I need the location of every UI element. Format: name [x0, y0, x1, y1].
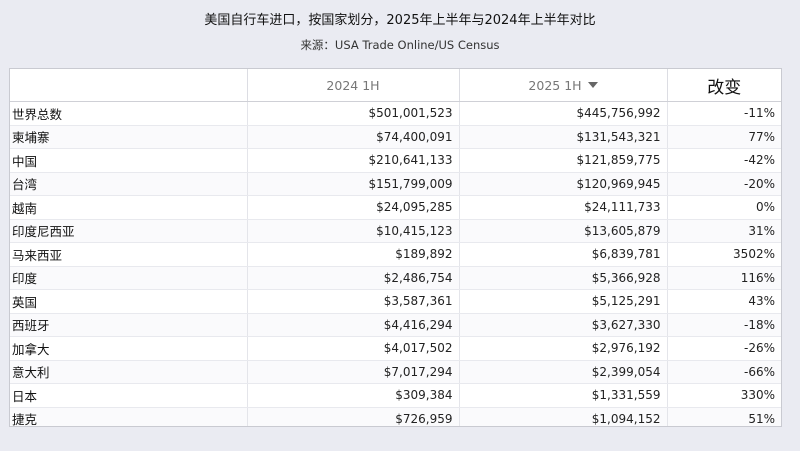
data-table-container: 2024 1H 2025 1H 改变 世界总数 $501,001,523 $445,… — [9, 68, 782, 427]
row-value-change: -66% — [667, 360, 781, 384]
row-value-2025-1h: $121,859,775 — [459, 148, 668, 173]
row-value-change: -20% — [667, 172, 781, 196]
table-row: 印度尼西亚 $10,415,123 $13,605,879 31% — [10, 219, 781, 243]
row-value-2024-1h: $726,959 — [247, 407, 460, 426]
row-value-2024-1h: $4,017,502 — [247, 336, 460, 361]
row-country-name: 印度尼西亚 — [10, 219, 248, 243]
row-value-change: 43% — [667, 289, 781, 314]
table-body: 世界总数 $501,001,523 $445,756,992 -11% 柬埔寨 $74,4… — [10, 101, 781, 426]
row-value-2025-1h: $24,111,733 — [459, 195, 668, 220]
row-value-2024-1h: $501,001,523 — [247, 101, 460, 126]
row-value-2025-1h: $5,366,928 — [459, 266, 668, 290]
column-header-2025-1h-label: 2025 1H — [528, 77, 582, 93]
table-row: 印度 $2,486,754 $5,366,928 116% — [10, 266, 781, 290]
row-country-name: 马来西亚 — [10, 242, 248, 267]
column-header-2025-1h[interactable]: 2025 1H — [459, 69, 668, 102]
row-country-name: 加拿大 — [10, 336, 248, 361]
table-row: 西班牙 $4,416,294 $3,627,330 -18% — [10, 313, 781, 337]
row-value-change: 330% — [667, 383, 781, 408]
row-value-2024-1h: $2,486,754 — [247, 266, 460, 290]
row-value-2024-1h: $309,384 — [247, 383, 460, 408]
table-row: 中国 $210,641,133 $121,859,775 -42% — [10, 148, 781, 173]
row-value-change: 116% — [667, 266, 781, 290]
row-value-2024-1h: $189,892 — [247, 242, 460, 267]
row-value-2024-1h: $151,799,009 — [247, 172, 460, 196]
table-header-row: 2024 1H 2025 1H 改变 — [10, 69, 781, 102]
row-country-name: 柬埔寨 — [10, 125, 248, 149]
row-country-name: 台湾 — [10, 172, 248, 196]
table-row: 日本 $309,384 $1,331,559 330% — [10, 383, 781, 408]
column-header-change[interactable]: 改变 — [667, 69, 781, 102]
row-value-2025-1h: $2,976,192 — [459, 336, 668, 361]
table-row: 台湾 $151,799,009 $120,969,945 -20% — [10, 172, 781, 196]
row-value-change: -18% — [667, 313, 781, 337]
row-value-2024-1h: $210,641,133 — [247, 148, 460, 173]
chart-source: 来源：USA Trade Online/US Census — [300, 38, 500, 52]
row-value-2025-1h: $1,331,559 — [459, 383, 668, 408]
row-value-2024-1h: $24,095,285 — [247, 195, 460, 220]
table-row: 世界总数 $501,001,523 $445,756,992 -11% — [10, 101, 781, 126]
table-row: 柬埔寨 $74,400,091 $131,543,321 77% — [10, 125, 781, 149]
row-country-name: 世界总数 — [10, 101, 248, 126]
row-value-change: 77% — [667, 125, 781, 149]
row-country-name: 印度 — [10, 266, 248, 290]
row-value-change: 3502% — [667, 242, 781, 267]
row-value-2025-1h: $445,756,992 — [459, 101, 668, 126]
row-value-2024-1h: $3,587,361 — [247, 289, 460, 314]
chart-title: 美国自行车进口，按国家划分，2025年上半年与2024年上半年对比 — [204, 13, 596, 28]
row-country-name: 意大利 — [10, 360, 248, 384]
row-country-name: 英国 — [10, 289, 248, 314]
column-header-country[interactable] — [10, 69, 248, 102]
row-value-change: -42% — [667, 148, 781, 173]
row-value-change: -11% — [667, 101, 781, 126]
row-value-2024-1h: $7,017,294 — [247, 360, 460, 384]
column-header-2024-1h[interactable]: 2024 1H — [247, 69, 460, 102]
row-country-name: 越南 — [10, 195, 248, 220]
row-value-change: 51% — [667, 407, 781, 426]
row-value-2025-1h: $120,969,945 — [459, 172, 668, 196]
row-country-name: 日本 — [10, 383, 248, 408]
sort-descending-icon[interactable] — [587, 82, 598, 88]
row-value-2025-1h: $6,839,781 — [459, 242, 668, 267]
row-value-2025-1h: $131,543,321 — [459, 125, 668, 149]
row-country-name: 西班牙 — [10, 313, 248, 337]
row-value-change: 0% — [667, 195, 781, 220]
row-value-2024-1h: $10,415,123 — [247, 219, 460, 243]
row-country-name: 捷克 — [10, 407, 248, 426]
table-row: 捷克 $726,959 $1,094,152 51% — [10, 407, 781, 426]
data-table: 2024 1H 2025 1H 改变 世界总数 $501,001,523 $445,… — [10, 69, 781, 426]
table-row: 马来西亚 $189,892 $6,839,781 3502% — [10, 242, 781, 267]
row-value-change: 31% — [667, 219, 781, 243]
row-value-2025-1h: $2,399,054 — [459, 360, 668, 384]
row-value-2025-1h: $5,125,291 — [459, 289, 668, 314]
table-row: 越南 $24,095,285 $24,111,733 0% — [10, 195, 781, 220]
row-value-change: -26% — [667, 336, 781, 361]
row-value-2025-1h: $3,627,330 — [459, 313, 668, 337]
row-value-2025-1h: $13,605,879 — [459, 219, 668, 243]
row-value-2024-1h: $4,416,294 — [247, 313, 460, 337]
row-value-2024-1h: $74,400,091 — [247, 125, 460, 149]
table-row: 意大利 $7,017,294 $2,399,054 -66% — [10, 360, 781, 384]
row-country-name: 中国 — [10, 148, 248, 173]
table-row: 英国 $3,587,361 $5,125,291 43% — [10, 289, 781, 314]
table-row: 加拿大 $4,017,502 $2,976,192 -26% — [10, 336, 781, 361]
row-value-2025-1h: $1,094,152 — [459, 407, 668, 426]
